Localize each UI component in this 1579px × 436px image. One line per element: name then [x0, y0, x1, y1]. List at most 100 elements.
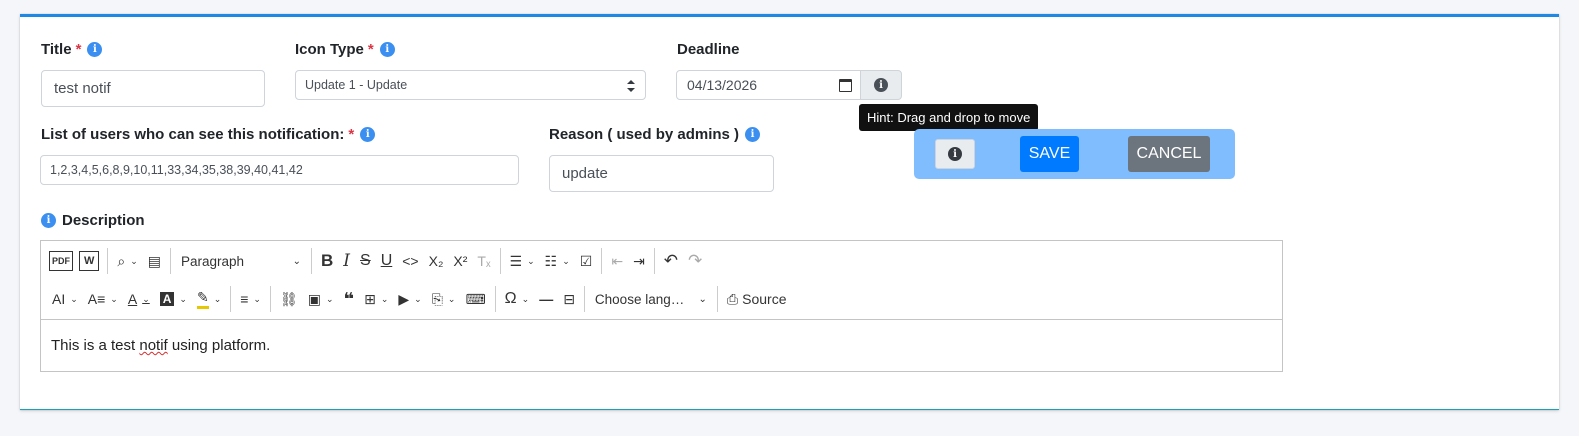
source-label: Source	[742, 291, 787, 307]
table-icon[interactable]: ⊞ ⌄	[359, 284, 393, 314]
strikethrough-icon[interactable]: S	[355, 246, 376, 276]
page-break-icon[interactable]: ⊟	[558, 284, 580, 314]
toolbar-separator	[583, 286, 585, 312]
toolbar-separator	[716, 286, 718, 312]
icon-type-label: Icon Type * i	[295, 41, 395, 58]
required-marker: *	[75, 41, 82, 58]
cancel-button[interactable]: CANCEL	[1128, 136, 1210, 172]
media-embed-icon[interactable]: ▶ ⌄	[393, 284, 426, 314]
undo-icon[interactable]: ↶	[659, 246, 683, 276]
find-replace-icon[interactable]: ⌕ ⌄	[112, 246, 142, 276]
font-family-icon[interactable]: A≡ ⌄	[83, 284, 123, 314]
description-label: i Description	[41, 212, 145, 229]
heading-dropdown-value: Paragraph	[181, 253, 245, 269]
toolbar-separator	[653, 248, 655, 274]
deadline-label: Deadline	[677, 41, 740, 58]
editor-toolbar-row-1: PDF W ⌕ ⌄ ▤ Paragraph ⌄ B I S U <> X₂ X² …	[41, 242, 1282, 280]
indent-icon[interactable]: ⇥	[628, 246, 650, 276]
toolbar-separator	[494, 286, 496, 312]
info-icon[interactable]: i	[87, 42, 103, 57]
title-label: Title * i	[41, 41, 103, 58]
toolbar-separator	[107, 248, 109, 274]
info-icon[interactable]: i	[745, 127, 761, 142]
chevron-down-icon: ⌄	[292, 255, 302, 267]
users-label: List of users who can see this notificat…	[41, 126, 376, 143]
toolbar-separator	[601, 248, 603, 274]
deadline-value: 04/13/2026	[687, 77, 758, 93]
toolbar-divider	[41, 319, 1282, 320]
select-arrows-icon	[627, 80, 635, 92]
horizontal-line-icon[interactable]: —	[534, 284, 558, 314]
highlight-icon[interactable]: ✎ ⌄	[192, 284, 226, 314]
tooltip-text: Hint: Drag and drop to move	[867, 110, 1031, 125]
floating-action-bar[interactable]: i SAVE CANCEL	[914, 129, 1235, 179]
toolbar-separator	[311, 248, 313, 274]
numbered-list-icon[interactable]: ☷ ⌄	[540, 246, 575, 276]
heading-dropdown[interactable]: Paragraph ⌄	[175, 246, 307, 276]
font-background-icon[interactable]: A ⌄	[155, 284, 192, 314]
blockquote-icon[interactable]: ❝	[339, 284, 360, 314]
export-word-icon[interactable]: W	[79, 251, 100, 271]
code-icon[interactable]: <>	[397, 246, 423, 276]
reason-input[interactable]: update	[549, 155, 774, 192]
code-block-icon[interactable]: ⌨	[460, 284, 490, 314]
title-input[interactable]: test notif	[41, 70, 265, 107]
icon-type-select[interactable]: Update 1 - Update	[295, 70, 646, 100]
alignment-icon[interactable]: ≡ ⌄	[235, 284, 266, 314]
outdent-icon[interactable]: ⇤	[606, 246, 628, 276]
bold-icon[interactable]: B	[316, 246, 338, 276]
description-label-text: Description	[62, 212, 145, 229]
toolbar-separator	[170, 248, 172, 274]
editor-content[interactable]: This is a test notif using platform.	[51, 337, 270, 354]
content-text: using platform.	[167, 337, 271, 354]
deadline-label-text: Deadline	[677, 41, 740, 58]
superscript-icon[interactable]: X²	[448, 246, 472, 276]
calendar-icon[interactable]	[839, 79, 852, 92]
title-input-value: test notif	[54, 80, 111, 97]
reason-input-value: update	[562, 165, 608, 182]
misspelled-word: notif	[139, 337, 168, 354]
info-icon[interactable]: i	[360, 127, 376, 142]
todo-list-icon[interactable]: ☑	[575, 246, 598, 276]
drag-hint-tooltip: Hint: Drag and drop to move	[859, 104, 1039, 136]
rich-text-editor: PDF W ⌕ ⌄ ▤ Paragraph ⌄ B I S U <> X₂ X² …	[40, 240, 1283, 372]
special-characters-icon[interactable]: Ω ⌄	[500, 284, 535, 314]
source-button[interactable]: ⎙ Source	[722, 284, 792, 314]
reason-label-text: Reason ( used by admins )	[549, 126, 740, 143]
html-embed-icon[interactable]: ⎘ ⌄	[427, 284, 461, 314]
remove-format-icon[interactable]: Tₓ	[472, 246, 495, 276]
info-circle-icon: i	[948, 147, 962, 161]
deadline-date-input[interactable]: 04/13/2026	[676, 70, 861, 100]
info-icon[interactable]: i	[379, 42, 395, 57]
required-marker: *	[348, 126, 355, 143]
info-circle-icon: i	[874, 78, 888, 92]
toolbar-separator	[269, 286, 271, 312]
info-icon[interactable]: i	[41, 213, 56, 228]
content-text: This is a test	[51, 337, 140, 354]
toolbar-separator	[499, 248, 501, 274]
editor-toolbar-row-2: AI ⌄ A≡ ⌄ A ⌄ A ⌄ ✎ ⌄ ≡ ⌄ ⛓ ▣ ⌄ ❝ ⊞ ⌄ ▶ ⌄ ⎘ ⌄ ⌨ Ω ⌄…	[41, 280, 1282, 318]
required-marker: *	[367, 41, 374, 58]
title-label-text: Title	[41, 41, 72, 58]
redo-icon[interactable]: ↷	[683, 246, 707, 276]
bulleted-list-icon[interactable]: ☰ ⌄	[505, 246, 540, 276]
reason-label: Reason ( used by admins ) i	[549, 126, 761, 143]
font-color-icon[interactable]: A ⌄	[123, 284, 155, 314]
drag-handle-info-button[interactable]: i	[935, 139, 975, 169]
italic-icon[interactable]: I	[338, 246, 355, 276]
underline-icon[interactable]: U	[376, 246, 398, 276]
font-size-icon[interactable]: AI ⌄	[47, 284, 83, 314]
link-icon[interactable]: ⛓	[275, 284, 303, 314]
subscript-icon[interactable]: X₂	[424, 246, 449, 276]
icon-type-label-text: Icon Type	[295, 41, 364, 58]
users-label-text: List of users who can see this notificat…	[41, 126, 345, 143]
export-pdf-icon[interactable]: PDF	[49, 251, 73, 271]
save-button[interactable]: SAVE	[1020, 136, 1079, 172]
toolbar-separator	[230, 286, 232, 312]
deadline-info-addon[interactable]: i	[860, 70, 902, 100]
select-all-icon[interactable]: ▤	[143, 246, 166, 276]
users-input-value: 1,2,3,4,5,6,8,9,10,11,33,34,35,38,39,40,…	[50, 163, 303, 177]
users-input[interactable]: 1,2,3,4,5,6,8,9,10,11,33,34,35,38,39,40,…	[40, 155, 519, 185]
image-icon[interactable]: ▣ ⌄	[303, 284, 339, 314]
code-language-dropdown[interactable]: Choose lang… ⌄	[589, 284, 713, 314]
